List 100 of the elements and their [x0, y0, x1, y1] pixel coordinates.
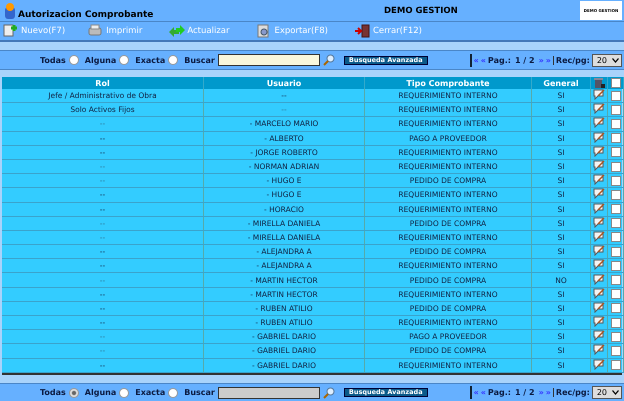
edit-button[interactable]	[593, 288, 605, 299]
last-page-link[interactable]: »	[546, 388, 551, 398]
company-name: DEMO GESTION	[384, 6, 459, 16]
edit-button[interactable]	[593, 358, 605, 370]
edit-button[interactable]	[593, 103, 605, 114]
radio-button[interactable]	[68, 388, 79, 398]
row-checkbox[interactable]	[610, 147, 620, 158]
radio-button[interactable]	[119, 55, 130, 65]
caret-icon	[612, 390, 619, 396]
previous-page-link[interactable]: «	[480, 388, 486, 398]
speech-bubble-pencil-icon	[593, 216, 605, 228]
radio-button[interactable]	[168, 55, 178, 65]
edit-button[interactable]	[593, 274, 605, 285]
column-header: Usuario	[204, 77, 364, 89]
speech-bubble-pencil-icon	[593, 344, 605, 356]
edit-button[interactable]	[593, 202, 605, 214]
speech-bubble-pencil-icon	[593, 245, 605, 256]
speech-bubble-pencil-icon	[593, 274, 605, 285]
row-checkbox[interactable]	[610, 104, 620, 115]
records-label: Rec/pg:	[552, 56, 590, 64]
edit-button[interactable]	[593, 117, 605, 128]
edit-button[interactable]	[593, 344, 605, 356]
edit-button[interactable]	[593, 316, 605, 328]
edit-button[interactable]	[593, 174, 605, 186]
app-logo-icon	[4, 2, 16, 20]
speech-bubble-pencil-icon	[593, 358, 605, 370]
row-checkbox[interactable]	[610, 232, 620, 242]
row-checkbox[interactable]	[610, 360, 620, 370]
radio-button[interactable]	[68, 55, 79, 65]
row-checkbox[interactable]	[610, 332, 620, 342]
edit-button[interactable]	[593, 302, 605, 313]
edit-button[interactable]	[593, 89, 605, 100]
next-page-link[interactable]: »	[538, 56, 544, 64]
search-field[interactable]	[218, 54, 320, 66]
edit-button[interactable]	[593, 216, 605, 228]
caret-icon	[612, 58, 619, 62]
records-dropdown[interactable]: 20	[592, 54, 622, 66]
row-checkbox[interactable]	[610, 289, 620, 300]
search-icon	[322, 54, 335, 66]
page-label: Pag.:	[488, 388, 511, 398]
row-checkbox[interactable]	[610, 275, 620, 286]
edit-button[interactable]	[593, 230, 605, 242]
next-page-link[interactable]: »	[538, 388, 544, 398]
row-checkbox[interactable]	[610, 204, 620, 214]
speech-bubble-pencil-icon	[593, 174, 605, 186]
column-header: General	[532, 77, 590, 89]
edit-button[interactable]	[593, 188, 605, 200]
speech-bubble-pencil-icon	[593, 259, 605, 270]
toolbar-button[interactable]: Nuevo(F7)	[2, 23, 66, 39]
row-checkbox[interactable]	[610, 118, 620, 129]
speech-bubble-pencil-icon	[593, 103, 605, 114]
edit-button[interactable]	[593, 245, 605, 256]
speech-bubble-pencil-icon	[593, 160, 605, 172]
first-page-link[interactable]: «	[474, 388, 479, 398]
row-checkbox[interactable]	[610, 318, 620, 328]
first-page-link[interactable]: «	[474, 56, 479, 64]
speech-bubble-pencil-icon	[593, 202, 605, 214]
radio-button[interactable]	[119, 388, 130, 398]
records-dropdown[interactable]: 20	[592, 386, 622, 400]
radio-button[interactable]	[168, 388, 178, 398]
radio-label: Exacta	[135, 56, 166, 64]
row-checkbox[interactable]	[610, 162, 620, 172]
row-checkbox[interactable]	[610, 260, 620, 271]
speech-bubble-pencil-icon	[593, 230, 605, 242]
toolbar-button[interactable]: Cerrar(F12)	[354, 23, 422, 39]
edit-button[interactable]	[593, 132, 605, 143]
row-checkbox[interactable]	[610, 246, 620, 257]
last-page-link[interactable]: »	[546, 56, 551, 64]
row-checkbox[interactable]	[610, 218, 620, 228]
speech-bubble-pencil-icon	[593, 188, 605, 200]
radio-label: Alguna	[84, 56, 116, 64]
toolbar-button[interactable]: Imprimir	[87, 23, 142, 39]
speech-bubble-pencil-icon	[593, 330, 605, 342]
edit-button[interactable]	[593, 259, 605, 270]
edit-button[interactable]	[593, 146, 605, 157]
toolbar-button[interactable]: Exportar(F8)	[255, 23, 328, 39]
row-checkbox[interactable]	[610, 190, 620, 200]
edit-button[interactable]	[593, 330, 605, 342]
search-label: Buscar	[184, 56, 215, 64]
toolbar-button[interactable]: Actualizar	[168, 23, 230, 39]
radio-label: Exacta	[135, 388, 166, 398]
row-checkbox[interactable]	[610, 133, 620, 144]
speech-bubble-pencil-icon	[593, 89, 605, 100]
page-number: 1 / 2	[514, 56, 535, 64]
window-title: Autorizacion Comprobante	[18, 10, 154, 20]
page-number: 1 / 2	[514, 388, 535, 398]
speech-bubble-pencil-icon	[593, 132, 605, 143]
row-checkbox[interactable]	[610, 90, 620, 101]
select-all-checkbox[interactable]	[610, 78, 620, 88]
edit-button[interactable]	[593, 160, 605, 172]
search-icon	[322, 386, 335, 399]
row-checkbox[interactable]	[610, 303, 620, 314]
row-checkbox[interactable]	[610, 346, 620, 356]
radio-label: Alguna	[84, 388, 116, 398]
radio-label: Todas	[40, 388, 66, 398]
search-field[interactable]	[218, 386, 320, 399]
arrows-icon	[168, 23, 186, 39]
row-checkbox[interactable]	[610, 176, 620, 186]
previous-page-link[interactable]: «	[480, 56, 486, 64]
speech-bubble-pencil-icon	[593, 288, 605, 299]
